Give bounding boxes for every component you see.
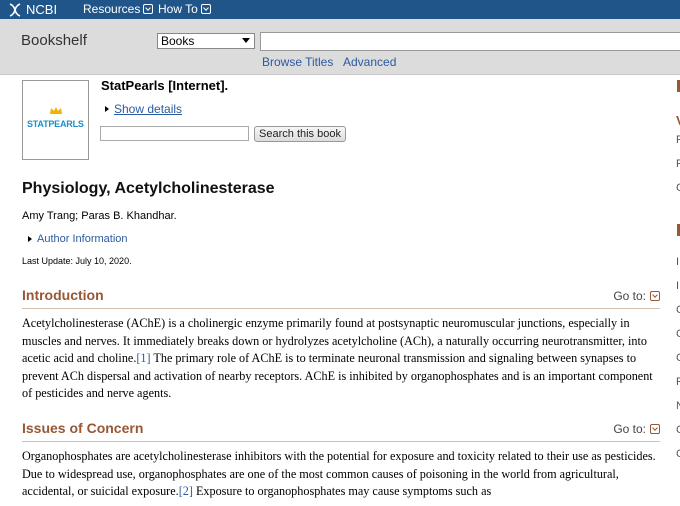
- section-title: Issues of Concern: [22, 420, 144, 436]
- section-heading-issues-of-concern: Issues of Concern Go to:: [22, 420, 660, 442]
- author-information-toggle[interactable]: Author Information: [28, 233, 128, 245]
- goto-label: Go to:: [613, 422, 646, 436]
- section-heading-introduction: Introduction Go to:: [22, 287, 660, 309]
- sidebar-fragment[interactable]: C: [676, 352, 680, 364]
- introduction-paragraph: Acetylcholinesterase (AChE) is a choline…: [22, 315, 662, 403]
- author-information-label: Author Information: [37, 233, 128, 245]
- ncbi-logo-text: NCBI: [26, 2, 58, 17]
- chevron-down-icon: [650, 291, 660, 301]
- sidebar-fragment[interactable]: C: [676, 328, 680, 340]
- search-this-book-button[interactable]: Search this book: [254, 126, 346, 142]
- statpearls-logo: STATPEARLS: [27, 119, 84, 129]
- reference-link[interactable]: [2]: [179, 484, 193, 498]
- chevron-down-icon: [143, 4, 154, 14]
- triangle-right-icon: [28, 236, 32, 242]
- sidebar-fragment[interactable]: I: [676, 256, 679, 268]
- search-bar: Bookshelf Books Browse Titles Advanced: [0, 19, 680, 75]
- sidebar-fragment[interactable]: F: [676, 376, 680, 388]
- book-title: StatPearls [Internet].: [101, 78, 229, 93]
- sidebar-fragment[interactable]: C: [676, 182, 680, 194]
- sidebar-fragment[interactable]: N: [676, 400, 680, 412]
- sidebar-fragment: V: [676, 113, 680, 128]
- sidebar-fragment[interactable]: F: [676, 134, 680, 146]
- ncbi-logo[interactable]: NCBI: [7, 1, 57, 18]
- how-to-menu-label: How To: [158, 2, 198, 16]
- chevron-down-icon: [650, 424, 660, 434]
- sidebar-fragment[interactable]: C: [676, 304, 680, 316]
- reference-link[interactable]: [1]: [136, 351, 150, 365]
- book-search-input[interactable]: [100, 126, 249, 141]
- goto-menu[interactable]: Go to:: [613, 289, 660, 303]
- ncbi-top-bar: NCBI Resources How To: [0, 0, 680, 19]
- paragraph-text: Exposure to organophosphates may cause s…: [192, 484, 492, 498]
- show-details-label: Show details: [114, 102, 183, 116]
- show-details-toggle[interactable]: Show details: [105, 102, 182, 116]
- chevron-down-icon: [200, 4, 211, 14]
- advanced-link[interactable]: Advanced: [343, 55, 396, 69]
- sidebar-fragment[interactable]: C: [676, 448, 680, 460]
- page-title: Physiology, Acetylcholinesterase: [22, 180, 275, 197]
- goto-label: Go to:: [613, 289, 646, 303]
- dropdown-arrow-icon: [242, 38, 250, 43]
- last-update: Last Update: July 10, 2020.: [22, 256, 132, 266]
- database-select[interactable]: Books: [157, 33, 255, 49]
- ncbi-helix-icon: [9, 2, 21, 17]
- how-to-menu[interactable]: How To: [158, 2, 211, 16]
- database-label: Bookshelf: [21, 32, 87, 49]
- authors: Amy Trang; Paras B. Khandhar.: [22, 210, 177, 222]
- sidebar-fragment[interactable]: I: [676, 280, 679, 292]
- triangle-right-icon: [105, 106, 109, 112]
- crown-icon: [50, 107, 62, 114]
- section-title: Introduction: [22, 287, 104, 303]
- resources-menu-label: Resources: [83, 2, 141, 16]
- issues-of-concern-paragraph: Organophosphates are acetylcholinesteras…: [22, 448, 662, 501]
- goto-menu[interactable]: Go to:: [613, 422, 660, 436]
- resources-menu[interactable]: Resources: [83, 2, 154, 16]
- book-cover[interactable]: STATPEARLS: [22, 80, 89, 160]
- browse-titles-link[interactable]: Browse Titles: [262, 55, 333, 69]
- sidebar-fragment[interactable]: F: [676, 158, 680, 170]
- database-select-value: Books: [161, 34, 195, 48]
- sidebar-fragment[interactable]: C: [676, 424, 680, 436]
- search-input[interactable]: [260, 32, 680, 51]
